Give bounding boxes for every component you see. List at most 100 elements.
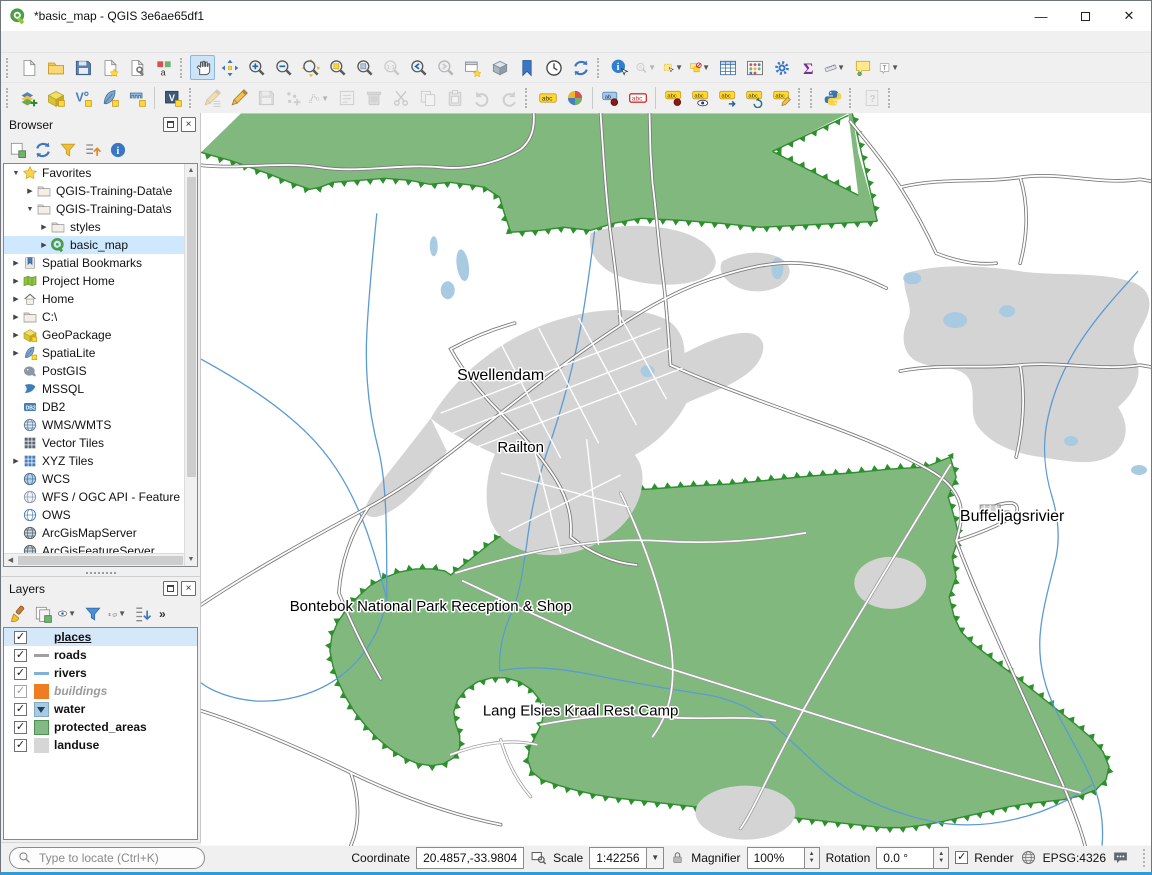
deselect-features-button[interactable]: ▼ <box>688 55 713 80</box>
open-project-button[interactable] <box>43 55 68 80</box>
new-memory-layer-button[interactable] <box>124 86 149 111</box>
rotation-value[interactable]: 0.0 ° <box>876 847 934 869</box>
extents-icon[interactable] <box>530 849 547 866</box>
browser-horizontal-scrollbar[interactable]: ◀▶ <box>4 553 197 566</box>
modify-attributes-button[interactable] <box>334 86 359 111</box>
ows[interactable]: OWS <box>4 506 184 524</box>
resize-grip[interactable] <box>1135 849 1145 867</box>
map-tips-button[interactable] <box>850 55 875 80</box>
new-geopackage-layer-button[interactable] <box>43 86 68 111</box>
layers-close-button[interactable]: × <box>181 581 196 596</box>
chevron-down-icon[interactable]: ▼ <box>837 63 845 72</box>
measure-button[interactable]: ▼ <box>823 55 848 80</box>
locator-bar[interactable] <box>9 847 205 869</box>
zoom-full-button[interactable] <box>298 55 323 80</box>
field-calculator-button[interactable] <box>742 55 767 80</box>
refresh-map-button[interactable] <box>568 55 593 80</box>
save-project-button[interactable] <box>70 55 95 80</box>
new-project-button[interactable] <box>16 55 41 80</box>
toolbar-grip[interactable] <box>6 88 12 108</box>
expander-icon[interactable]: ▶ <box>10 259 22 267</box>
layer-water[interactable]: ✓water <box>4 700 197 718</box>
change-label-button[interactable] <box>769 86 794 111</box>
expander-icon[interactable]: ▶ <box>10 277 22 285</box>
close-button[interactable]: ✕ <box>1107 1 1151 31</box>
toolbar-grip[interactable] <box>597 58 603 78</box>
spinner-arrows-icon[interactable]: ▲▼ <box>934 847 949 869</box>
new-virtual-layer-button[interactable] <box>160 86 185 111</box>
processing-toolbox-button[interactable] <box>769 55 794 80</box>
current-edits-button[interactable] <box>199 86 224 111</box>
browser-collapse-all-button[interactable] <box>81 138 104 161</box>
spinner-arrows-icon[interactable]: ▲▼ <box>805 847 820 869</box>
project-home[interactable]: ▶Project Home <box>4 272 184 290</box>
toolbar-grip[interactable] <box>849 88 855 108</box>
layer-diagram-button[interactable] <box>562 86 587 111</box>
toolbar-grip[interactable] <box>888 88 894 108</box>
layer-visibility-checkbox[interactable]: ✓ <box>14 721 27 734</box>
layer-rivers[interactable]: ✓rivers <box>4 664 197 682</box>
coordinate-value[interactable]: 20.4857,-33.9804 <box>416 847 524 869</box>
chevron-down-icon[interactable]: ▼ <box>647 847 664 869</box>
move-label-button[interactable] <box>715 86 740 111</box>
highlight-labels-button[interactable] <box>625 86 650 111</box>
arcgismapserver[interactable]: ArcGisMapServer <box>4 524 184 542</box>
redo-button[interactable] <box>496 86 521 111</box>
browser-add-selected-button[interactable] <box>6 138 29 161</box>
text-annotation-button[interactable]: ▼ <box>877 55 902 80</box>
rotate-label-button[interactable] <box>742 86 767 111</box>
temporal-controller-button[interactable] <box>541 55 566 80</box>
layer-visibility-checkbox[interactable]: ✓ <box>14 631 27 644</box>
expander-icon[interactable]: ▼ <box>10 170 22 177</box>
zoom-to-layer-button[interactable] <box>352 55 377 80</box>
db2[interactable]: DB2 <box>4 398 184 416</box>
xyz-tiles[interactable]: ▶XYZ Tiles <box>4 452 184 470</box>
layout-manager-button[interactable] <box>124 55 149 80</box>
select-features-button[interactable]: ▼ <box>661 55 686 80</box>
geopackage[interactable]: ▶GeoPackage <box>4 326 184 344</box>
expander-icon[interactable]: ▶ <box>10 295 22 303</box>
chevron-down-icon[interactable]: ▼ <box>68 609 76 618</box>
spatial-bookmarks[interactable]: ▶Spatial Bookmarks <box>4 254 184 272</box>
paste-features-button[interactable] <box>442 86 467 111</box>
rotation-spinbox[interactable]: 0.0 ° ▲▼ <box>876 847 949 869</box>
style-manager-button[interactable] <box>151 55 176 80</box>
new-shapefile-layer-button[interactable] <box>70 86 95 111</box>
chevron-down-icon[interactable]: ▼ <box>702 63 710 72</box>
spatial-bookmarks-button[interactable] <box>514 55 539 80</box>
chevron-down-icon[interactable]: ▼ <box>118 609 126 618</box>
expander-icon[interactable]: ▶ <box>38 241 50 249</box>
arcgisfeatureserver[interactable]: ArcGisFeatureServer <box>4 542 184 553</box>
wms-wmts[interactable]: WMS/WMTS <box>4 416 184 434</box>
help-button[interactable] <box>859 86 884 111</box>
magnifier-spinbox[interactable]: 100% ▲▼ <box>747 847 820 869</box>
toggle-editing-button[interactable] <box>226 86 251 111</box>
undo-button[interactable] <box>469 86 494 111</box>
locator-input[interactable] <box>37 850 177 866</box>
layer-visibility-checkbox[interactable]: ✓ <box>14 703 27 716</box>
toolbar-grip[interactable] <box>525 88 531 108</box>
pin-labels-button[interactable] <box>598 86 623 111</box>
expander-icon[interactable]: ▶ <box>24 187 36 195</box>
identify-features-button[interactable] <box>607 55 632 80</box>
pan-to-selection-button[interactable] <box>217 55 242 80</box>
pin-unpin-labels-button[interactable] <box>661 86 686 111</box>
layers-toolbar-overflow[interactable]: » <box>159 607 166 621</box>
postgis[interactable]: PostGIS <box>4 362 184 380</box>
new-spatialite-layer-button[interactable] <box>97 86 122 111</box>
layer-visibility-checkbox[interactable]: ✓ <box>14 685 27 698</box>
zoom-out-button[interactable] <box>271 55 296 80</box>
zoom-in-button[interactable] <box>244 55 269 80</box>
add-group-button[interactable] <box>31 602 54 625</box>
expander-icon[interactable]: ▶ <box>38 223 50 231</box>
toolbar-grip[interactable] <box>6 58 12 78</box>
copy-features-button[interactable] <box>415 86 440 111</box>
vertex-tool-button[interactable]: ▼ <box>307 86 332 111</box>
chevron-down-icon[interactable]: ▼ <box>675 63 683 72</box>
browser-close-button[interactable]: × <box>181 117 196 132</box>
crs-globe-icon[interactable] <box>1020 849 1037 866</box>
layer-protected-areas[interactable]: ✓protected_areas <box>4 718 197 736</box>
expander-icon[interactable]: ▼ <box>24 206 36 213</box>
layer-buildings[interactable]: ✓buildings <box>4 682 197 700</box>
zoom-to-selection-button[interactable] <box>325 55 350 80</box>
